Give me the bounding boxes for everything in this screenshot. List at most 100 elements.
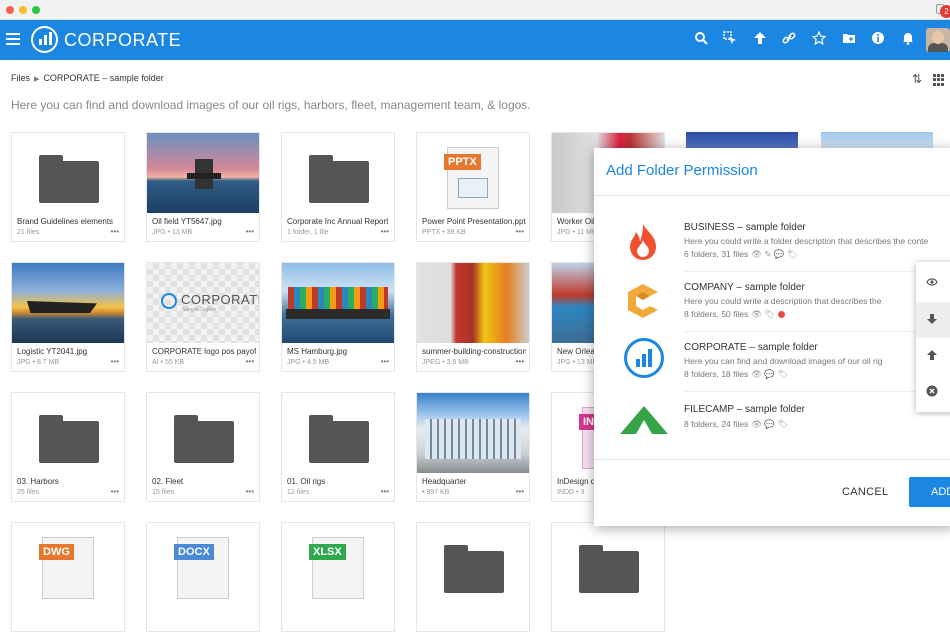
- tile-meta: 1 folder, 1 file: [287, 229, 329, 236]
- tile-meta: JPG • 8.7 MB: [17, 359, 60, 366]
- file-tile[interactable]: CORPORATE Sample Tagline CORPORATE logo …: [146, 262, 260, 372]
- folder-option-meta: 8 folders, 24 files 👁 💬 🏷: [684, 419, 789, 429]
- tile-name: CORPORATE logo pos payoff: [152, 347, 256, 356]
- permission-popup-menu: [916, 262, 950, 412]
- file-tile[interactable]: Oil field YT5647.jpg JPG • 13 MB •••: [146, 132, 260, 242]
- search-icon[interactable]: [692, 31, 710, 49]
- folder-option-description: Here you can find and download images of…: [684, 356, 883, 366]
- tile-name: 02. Fleet: [152, 477, 184, 486]
- upload-icon[interactable]: [751, 31, 769, 49]
- info-icon[interactable]: [869, 31, 887, 49]
- logo-tagline: Sample Tagline: [182, 307, 217, 313]
- logo-thumbnail: CORPORATE Sample Tagline: [147, 263, 259, 343]
- add-button[interactable]: ADD: [909, 477, 950, 507]
- dialog-title: Add Folder Permission: [606, 162, 758, 179]
- upload-icon[interactable]: [916, 338, 950, 374]
- file-tile[interactable]: MS Hamburg.jpg JPG • 4.5 MB •••: [281, 262, 395, 372]
- folder-option-meta: 8 folders, 50 files 👁 🏷: [684, 309, 786, 320]
- folder-option-meta: 6 folders, 31 files 👁 ✎ 💬 🏷: [684, 249, 798, 259]
- file-tile[interactable]: 01. Oil rigs 12 files •••: [281, 392, 395, 502]
- eye-icon[interactable]: [916, 266, 950, 302]
- file-tile[interactable]: DOCX: [146, 522, 260, 632]
- file-tile[interactable]: Logistic YT2041.jpg JPG • 8.7 MB •••: [11, 262, 125, 372]
- notification-badge: 2: [940, 5, 950, 18]
- breadcrumb-root[interactable]: Files: [11, 73, 30, 83]
- folder-option-corporate[interactable]: CORPORATE – sample folder Here you can f…: [594, 332, 950, 392]
- breadcrumb: Files ▶ CORPORATE – sample folder: [11, 73, 164, 83]
- more-icon[interactable]: •••: [111, 487, 119, 496]
- folder-icon: [309, 155, 369, 203]
- more-icon[interactable]: •••: [381, 227, 389, 236]
- more-icon[interactable]: •••: [246, 227, 254, 236]
- brand-name[interactable]: CORPORATE: [64, 30, 181, 51]
- tag-icons: 👁 💬 🏷: [751, 369, 789, 379]
- tile-meta: 15 files: [152, 489, 175, 496]
- folder-option-description: Here you could write a folder descriptio…: [684, 236, 929, 246]
- more-icon[interactable]: •••: [381, 357, 389, 366]
- more-icon[interactable]: •••: [516, 227, 524, 236]
- tile-meta: • 997 KB: [422, 489, 450, 496]
- container-ship-image: [282, 263, 394, 343]
- file-tile[interactable]: Headquarter • 997 KB •••: [416, 392, 530, 502]
- more-icon[interactable]: •••: [246, 357, 254, 366]
- more-icon[interactable]: •••: [111, 357, 119, 366]
- sort-icon[interactable]: ⇅: [912, 72, 922, 86]
- link-icon[interactable]: [780, 31, 798, 49]
- minimize-window-dot[interactable]: [19, 6, 27, 14]
- more-icon[interactable]: •••: [111, 227, 119, 236]
- cancel-button[interactable]: CANCEL: [842, 486, 888, 498]
- file-tile[interactable]: 02. Fleet 15 files •••: [146, 392, 260, 502]
- file-type-label: PPTX: [444, 154, 481, 170]
- tile-name: Brand Guidelines elements: [17, 217, 114, 226]
- docx-file-icon: DOCX: [174, 537, 229, 599]
- tile-name: Logistic YT2041.jpg: [17, 347, 88, 356]
- tile-meta: AI • 55 KB: [152, 359, 185, 366]
- more-icon[interactable]: •••: [516, 357, 524, 366]
- tile-meta: 25 files: [17, 489, 40, 496]
- folder-add-icon[interactable]: [840, 31, 858, 49]
- file-tile[interactable]: 03. Harbors 25 files •••: [11, 392, 125, 502]
- file-tile[interactable]: [416, 522, 530, 632]
- file-tile[interactable]: Corporate Inc Annual Report 1 folder, 1 …: [281, 132, 395, 242]
- avatar[interactable]: [926, 28, 950, 52]
- folder-description: Here you can find and download images of…: [11, 98, 531, 112]
- corporate-logo-icon[interactable]: [31, 26, 58, 53]
- more-icon[interactable]: •••: [246, 487, 254, 496]
- folder-option-company[interactable]: COMPANY – sample folder Here you could w…: [594, 272, 950, 332]
- folder-icon: [579, 545, 639, 593]
- folder-option-name: COMPANY – sample folder: [684, 282, 805, 293]
- close-window-dot[interactable]: [6, 6, 14, 14]
- folder-option-business[interactable]: BUSINESS – sample folder Here you could …: [594, 212, 950, 272]
- xlsx-file-icon: XLSX: [309, 537, 364, 599]
- file-tile[interactable]: summer-building-construction JPEG • 3.5 …: [416, 262, 530, 372]
- tile-meta: JPG • 4.5 MB: [287, 359, 330, 366]
- dwg-file-icon: DWG: [39, 537, 94, 599]
- close-circle-icon[interactable]: [916, 374, 950, 410]
- star-icon[interactable]: [810, 30, 828, 49]
- tile-meta: JPEG • 3.5 MB: [422, 359, 469, 366]
- more-icon[interactable]: •••: [381, 487, 389, 496]
- file-tile[interactable]: Brand Guidelines elements 21 files •••: [11, 132, 125, 242]
- grid-view-icon[interactable]: [933, 74, 945, 86]
- folder-icon: [444, 545, 504, 593]
- file-tile[interactable]: XLSX: [281, 522, 395, 632]
- folder-option-name: CORPORATE – sample folder: [684, 342, 818, 353]
- file-type-label: DWG: [39, 544, 74, 560]
- folder-option-filecamp[interactable]: FILECAMP – sample folder 8 folders, 24 f…: [594, 392, 950, 452]
- download-icon[interactable]: [916, 302, 950, 338]
- select-icon[interactable]: [721, 31, 739, 49]
- more-icon[interactable]: •••: [516, 487, 524, 496]
- maximize-window-dot[interactable]: [32, 6, 40, 14]
- top-bar: CORPORATE: [0, 20, 950, 60]
- menu-icon[interactable]: [6, 33, 20, 45]
- file-tile[interactable]: PPTX Power Point Presentation.ppt PPTX •…: [416, 132, 530, 242]
- file-type-label: XLSX: [309, 544, 346, 560]
- bell-icon[interactable]: [899, 31, 917, 49]
- folder-icon: [309, 415, 369, 463]
- file-tile[interactable]: DWG: [11, 522, 125, 632]
- flame-icon: [626, 222, 660, 260]
- pptx-file-icon: PPTX: [444, 147, 499, 209]
- file-tile[interactable]: [551, 522, 665, 632]
- tile-name: MS Hamburg.jpg: [287, 347, 348, 356]
- tag-icons: 👁 💬 🏷: [751, 419, 789, 429]
